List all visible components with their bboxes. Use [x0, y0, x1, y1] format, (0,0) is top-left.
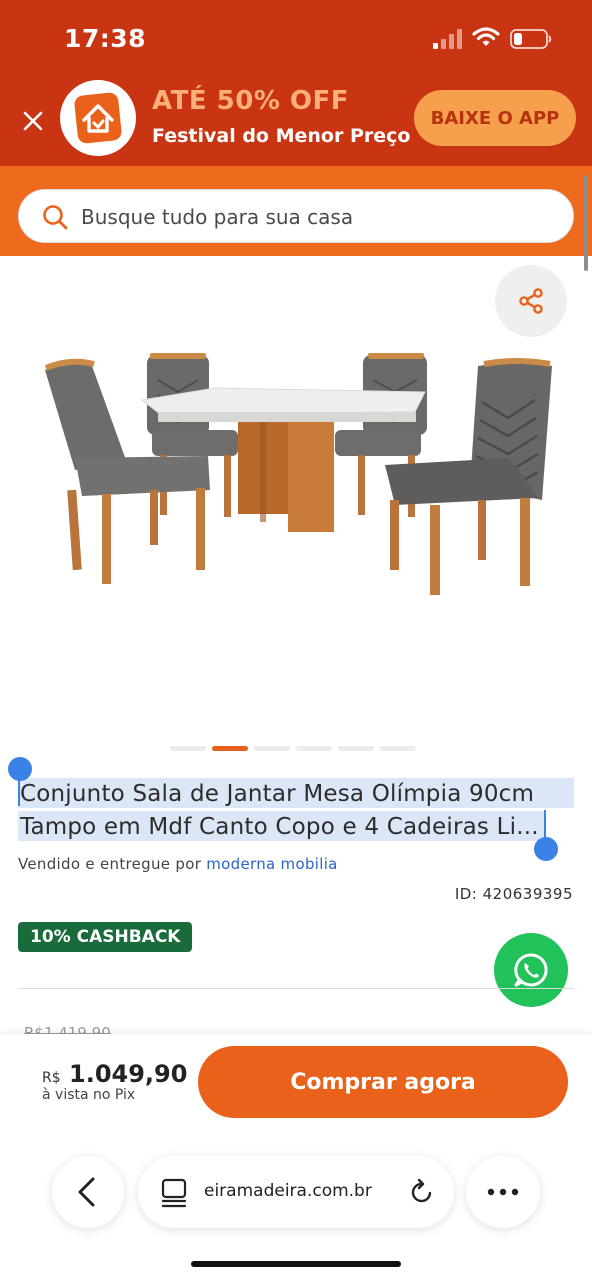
search-input[interactable]: Busque tudo para sua casa — [18, 189, 574, 243]
share-icon — [519, 288, 543, 314]
promo-title: ATÉ 50% OFF — [152, 86, 350, 116]
url-text: eiramadeira.com.br — [204, 1181, 372, 1201]
search-icon — [43, 205, 68, 230]
address-bar[interactable]: eiramadeira.com.br — [138, 1156, 454, 1228]
selection-handle-start-knob[interactable] — [8, 757, 32, 781]
product-title-line: Conjunto Sala de Jantar Mesa Olímpia 90c… — [20, 781, 535, 807]
price-currency: R$ — [42, 1070, 61, 1086]
scrollbar[interactable] — [584, 175, 588, 271]
search-band: Busque tudo para sua casa — [0, 166, 592, 256]
price-note: à vista no Pix — [42, 1087, 136, 1103]
home-indicator[interactable] — [191, 1261, 401, 1267]
carousel-dot[interactable] — [380, 746, 416, 751]
product-title-line: Tampo em Mdf Canto Copo e 4 Cadeiras Li.… — [20, 814, 539, 840]
app-promo-banner: ATÉ 50% OFF Festival do Menor Preço BAIX… — [0, 74, 592, 166]
section-divider — [18, 988, 574, 989]
product-image[interactable] — [30, 340, 570, 610]
browser-back-button[interactable] — [52, 1156, 124, 1228]
cashback-badge: 10% CASHBACK — [18, 922, 193, 952]
product-id: ID: 420639395 — [454, 885, 573, 903]
share-button[interactable] — [495, 265, 567, 337]
status-bar: 17:38 — [0, 0, 592, 74]
ellipsis-icon — [487, 1188, 519, 1196]
search-placeholder: Busque tudo para sua casa — [81, 205, 354, 229]
product-title[interactable]: Conjunto Sala de Jantar Mesa Olímpia 90c… — [20, 778, 574, 844]
buy-now-button[interactable]: Comprar agora — [198, 1046, 568, 1118]
download-app-button[interactable]: BAIXE O APP — [414, 90, 576, 146]
carousel-dot[interactable] — [254, 746, 290, 751]
seller-info: Vendido e entregue por moderna mobilia — [18, 855, 338, 873]
carousel-dot[interactable] — [296, 746, 332, 751]
browser-more-button[interactable] — [466, 1156, 540, 1228]
carousel-dot[interactable] — [338, 746, 374, 751]
battery-icon — [510, 29, 552, 49]
reload-icon[interactable] — [408, 1178, 436, 1206]
seller-link[interactable]: moderna mobilia — [206, 855, 337, 873]
status-time: 17:38 — [64, 24, 147, 53]
selection-handle-end-knob[interactable] — [534, 837, 558, 861]
image-carousel-indicator[interactable] — [170, 746, 416, 752]
house-logo-icon — [74, 92, 122, 144]
carousel-dot[interactable] — [170, 746, 206, 751]
carousel-dot-active[interactable] — [212, 746, 248, 751]
promo-subtitle: Festival do Menor Preço — [152, 125, 411, 147]
app-logo — [60, 80, 136, 156]
whatsapp-button[interactable] — [494, 933, 568, 1007]
chevron-left-icon — [78, 1177, 95, 1207]
reader-tabs-icon — [161, 1178, 187, 1208]
wifi-icon — [472, 27, 500, 46]
seller-prefix: Vendido e entregue por — [18, 855, 202, 873]
chair-back-left — [147, 353, 238, 517]
whatsapp-icon — [514, 953, 548, 987]
close-icon[interactable] — [20, 108, 46, 134]
price-value: 1.049,90 — [69, 1060, 188, 1088]
cellular-signal-icon — [433, 29, 462, 49]
